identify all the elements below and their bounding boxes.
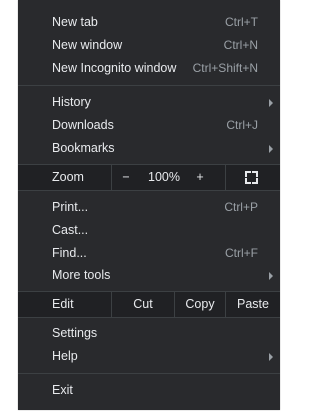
zoom-divider — [111, 165, 112, 190]
menu-item-label: Find... — [52, 246, 87, 260]
menu-item-new-window[interactable]: New window Ctrl+N — [18, 34, 280, 56]
menu-item-shortcut: Ctrl+T — [225, 15, 258, 29]
menu-item-shortcut: Ctrl+N — [223, 38, 258, 52]
copy-button[interactable]: Copy — [175, 292, 225, 317]
chevron-right-icon — [269, 353, 273, 361]
menu-item-label: More tools — [52, 268, 111, 282]
menu-item-shortcut: Ctrl+F — [225, 246, 258, 260]
menu-item-shortcut: Ctrl+Shift+N — [192, 61, 258, 75]
zoom-in-button[interactable]: + — [190, 165, 210, 190]
menu-item-history[interactable]: History — [18, 91, 280, 113]
menu-item-bookmarks[interactable]: Bookmarks — [18, 137, 280, 159]
chevron-right-icon — [269, 145, 273, 153]
paste-button[interactable]: Paste — [226, 292, 280, 317]
menu-item-label: New tab — [52, 15, 98, 29]
zoom-out-button[interactable]: − — [116, 165, 136, 190]
menu-item-settings[interactable]: Settings — [18, 322, 280, 344]
edit-label: Edit — [52, 297, 74, 311]
menu-item-label: Exit — [52, 383, 73, 397]
menu-item-label: Downloads — [52, 118, 114, 132]
menu-item-label: New Incognito window — [52, 61, 177, 75]
menu-item-label: Settings — [52, 326, 98, 340]
menu-separator — [18, 373, 280, 374]
zoom-level: 100% — [148, 170, 180, 184]
menu-item-label: Help — [52, 349, 78, 363]
zoom-divider — [225, 165, 226, 190]
edit-row: Edit Cut Copy Paste — [18, 292, 280, 317]
menu-separator — [18, 190, 280, 191]
menu-item-more-tools[interactable]: More tools — [18, 264, 280, 286]
menu-item-label: Bookmarks — [52, 141, 115, 155]
menu-item-label: New window — [52, 38, 123, 52]
menu-item-label: Cast... — [52, 223, 89, 237]
cut-button[interactable]: Cut — [112, 292, 174, 317]
menu-item-cast[interactable]: Cast... — [18, 219, 280, 241]
zoom-row: Zoom − 100% + — [18, 165, 280, 190]
menu-item-help[interactable]: Help — [18, 345, 280, 367]
chrome-main-menu: New tab Ctrl+T New window Ctrl+N New Inc… — [18, 0, 280, 410]
fullscreen-icon[interactable] — [245, 171, 258, 184]
menu-separator — [18, 85, 280, 86]
menu-item-print[interactable]: Print... Ctrl+P — [18, 196, 280, 218]
menu-item-label: History — [52, 95, 91, 109]
chevron-right-icon — [269, 99, 273, 107]
chevron-right-icon — [269, 272, 273, 280]
menu-item-exit[interactable]: Exit — [18, 379, 280, 401]
menu-separator — [18, 317, 280, 318]
menu-item-shortcut: Ctrl+P — [224, 200, 258, 214]
menu-item-find[interactable]: Find... Ctrl+F — [18, 242, 280, 264]
menu-item-new-tab[interactable]: New tab Ctrl+T — [18, 11, 280, 33]
menu-item-new-incognito-window[interactable]: New Incognito window Ctrl+Shift+N — [18, 57, 280, 79]
zoom-label: Zoom — [52, 170, 84, 184]
menu-item-shortcut: Ctrl+J — [226, 118, 258, 132]
menu-item-label: Print... — [52, 200, 89, 214]
menu-item-downloads[interactable]: Downloads Ctrl+J — [18, 114, 280, 136]
